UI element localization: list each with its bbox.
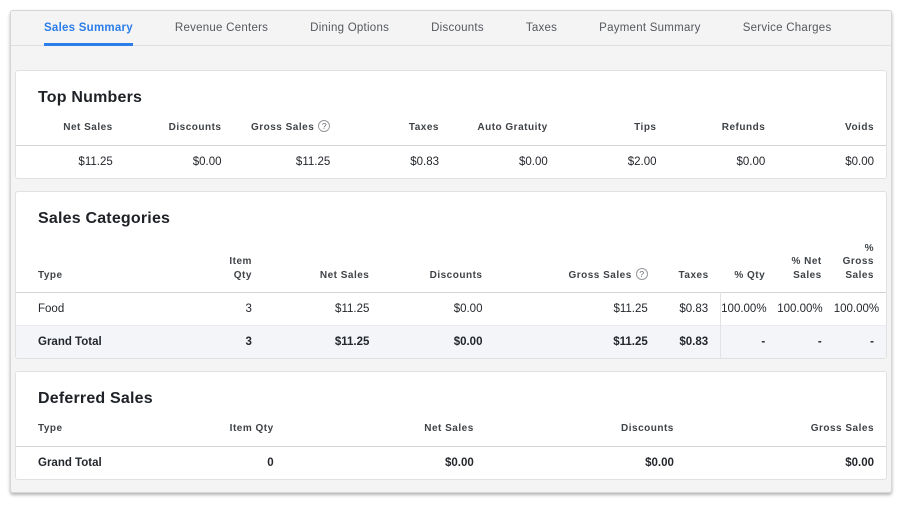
tab-payment-summary[interactable]: Payment Summary bbox=[599, 11, 701, 46]
pct-qty-cell: 100.00% bbox=[721, 293, 778, 326]
top-numbers-title: Top Numbers bbox=[38, 89, 886, 107]
net-sales-cell: $11.25 bbox=[264, 326, 381, 359]
sales-categories-table: Type Item Qty Net Sales Discounts Gross … bbox=[16, 230, 886, 359]
table-row-food: Food 3 $11.25 $0.00 $11.25 $0.83 100.00%… bbox=[16, 293, 886, 326]
tab-service-charges[interactable]: Service Charges bbox=[743, 11, 832, 46]
pct-gross-sales-cell: - bbox=[834, 326, 886, 359]
col-header-item-qty: Item Qty bbox=[138, 410, 286, 446]
col-header-type: Type bbox=[16, 230, 212, 293]
gross-sales-cell: $11.25 bbox=[494, 326, 659, 359]
tab-taxes[interactable]: Taxes bbox=[526, 11, 557, 46]
help-icon[interactable]: ? bbox=[636, 268, 648, 280]
tab-dining-options[interactable]: Dining Options bbox=[310, 11, 389, 46]
col-header-type: Type bbox=[16, 410, 138, 446]
taxes-cell: $0.83 bbox=[660, 326, 721, 359]
top-numbers-table: Net Sales Discounts Gross Sales? Taxes A… bbox=[16, 109, 886, 178]
deferred-sales-card: Deferred Sales Type Item Qty Net Sales D… bbox=[15, 371, 887, 480]
taxes-cell: $0.83 bbox=[660, 293, 721, 326]
discounts-cell: $0.00 bbox=[381, 293, 494, 326]
tab-discounts[interactable]: Discounts bbox=[431, 11, 484, 46]
pct-gross-sales-cell: 100.00% bbox=[834, 293, 886, 326]
col-header-gross-sales-label: Gross Sales bbox=[568, 270, 631, 281]
sales-categories-card: Sales Categories Type Item Qty Net Sales… bbox=[15, 191, 887, 360]
help-icon[interactable]: ? bbox=[318, 120, 330, 132]
sales-categories-header-row: Type Item Qty Net Sales Discounts Gross … bbox=[16, 230, 886, 293]
col-header-net-sales: Net Sales bbox=[286, 410, 486, 446]
col-header-discounts: Discounts bbox=[486, 410, 686, 446]
col-header-item-qty: Item Qty bbox=[212, 230, 264, 293]
pct-net-sales-cell: - bbox=[777, 326, 834, 359]
table-row-grand-total: Grand Total 3 $11.25 $0.00 $11.25 $0.83 … bbox=[16, 326, 886, 359]
tab-sales-summary[interactable]: Sales Summary bbox=[44, 11, 133, 46]
col-header-discounts: Discounts bbox=[381, 230, 494, 293]
col-header-pct-net-sales: % Net Sales bbox=[777, 230, 834, 293]
taxes-value: $0.83 bbox=[342, 145, 451, 178]
col-header-net-sales: Net Sales bbox=[264, 230, 381, 293]
top-numbers-header-row: Net Sales Discounts Gross Sales? Taxes A… bbox=[16, 109, 886, 145]
sales-categories-title: Sales Categories bbox=[38, 210, 886, 228]
report-tab-bar: Sales Summary Revenue Centers Dining Opt… bbox=[11, 11, 891, 46]
item-qty-cell: 3 bbox=[212, 293, 264, 326]
net-sales-value: $11.25 bbox=[16, 145, 125, 178]
col-header-pct-gross-sales: % Gross Sales bbox=[834, 230, 886, 293]
gross-sales-cell: $0.00 bbox=[686, 446, 886, 479]
item-qty-cell: 0 bbox=[138, 446, 286, 479]
type-cell: Food bbox=[16, 293, 212, 326]
col-header-gross-sales: Gross Sales bbox=[686, 410, 886, 446]
deferred-sales-header-row: Type Item Qty Net Sales Discounts Gross … bbox=[16, 410, 886, 446]
sales-report-panel: Sales Summary Revenue Centers Dining Opt… bbox=[10, 10, 892, 493]
deferred-sales-table: Type Item Qty Net Sales Discounts Gross … bbox=[16, 410, 886, 479]
col-header-tips: Tips bbox=[560, 109, 669, 145]
top-numbers-values-row: $11.25 $0.00 $11.25 $0.83 $0.00 $2.00 $0… bbox=[16, 145, 886, 178]
tips-value: $2.00 bbox=[560, 145, 669, 178]
net-sales-cell: $0.00 bbox=[286, 446, 486, 479]
col-header-voids: Voids bbox=[777, 109, 886, 145]
tab-revenue-centers[interactable]: Revenue Centers bbox=[175, 11, 268, 46]
col-header-gross-sales: Gross Sales? bbox=[494, 230, 659, 293]
voids-value: $0.00 bbox=[777, 145, 886, 178]
col-header-taxes: Taxes bbox=[660, 230, 721, 293]
col-header-gross-sales: Gross Sales? bbox=[234, 109, 343, 145]
table-row-grand-total: Grand Total 0 $0.00 $0.00 $0.00 bbox=[16, 446, 886, 479]
pct-net-sales-cell: 100.00% bbox=[777, 293, 834, 326]
col-header-taxes: Taxes bbox=[342, 109, 451, 145]
discounts-value: $0.00 bbox=[125, 145, 234, 178]
type-cell: Grand Total bbox=[16, 446, 138, 479]
col-header-discounts: Discounts bbox=[125, 109, 234, 145]
top-numbers-card: Top Numbers Net Sales Discounts Gross Sa… bbox=[15, 70, 887, 179]
discounts-cell: $0.00 bbox=[381, 326, 494, 359]
col-header-pct-qty: % Qty bbox=[721, 230, 778, 293]
type-cell: Grand Total bbox=[16, 326, 212, 359]
col-header-gross-sales-label: Gross Sales bbox=[251, 122, 314, 133]
refunds-value: $0.00 bbox=[669, 145, 778, 178]
pct-qty-cell: - bbox=[721, 326, 778, 359]
col-header-auto-gratuity: Auto Gratuity bbox=[451, 109, 560, 145]
gross-sales-value: $11.25 bbox=[234, 145, 343, 178]
deferred-sales-title: Deferred Sales bbox=[38, 390, 886, 408]
col-header-refunds: Refunds bbox=[669, 109, 778, 145]
discounts-cell: $0.00 bbox=[486, 446, 686, 479]
col-header-net-sales: Net Sales bbox=[16, 109, 125, 145]
auto-gratuity-value: $0.00 bbox=[451, 145, 560, 178]
gross-sales-cell: $11.25 bbox=[494, 293, 659, 326]
item-qty-cell: 3 bbox=[212, 326, 264, 359]
net-sales-cell: $11.25 bbox=[264, 293, 381, 326]
